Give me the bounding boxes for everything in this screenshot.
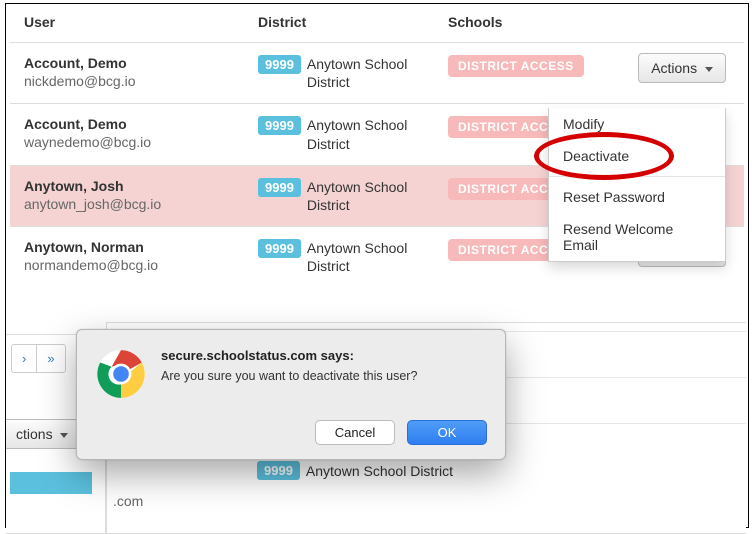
pager-last[interactable]: » bbox=[37, 344, 65, 373]
user-email: waynedemo@bcg.io bbox=[24, 134, 258, 150]
pagination: › » bbox=[11, 344, 66, 373]
menu-item-modify[interactable]: Modify bbox=[549, 108, 725, 140]
actions-dropdown: Modify Deactivate Reset Password Resend … bbox=[548, 108, 726, 262]
dialog-title: secure.schoolstatus.com says: bbox=[161, 348, 487, 363]
cancel-button[interactable]: Cancel bbox=[315, 420, 395, 445]
actions-button-cut[interactable]: ctions bbox=[6, 419, 79, 449]
user-email: anytown_josh@bcg.io bbox=[24, 196, 258, 212]
user-email: normandemo@bcg.io bbox=[24, 257, 258, 273]
menu-item-reset-password[interactable]: Reset Password bbox=[549, 181, 725, 213]
menu-item-deactivate[interactable]: Deactivate bbox=[549, 140, 725, 172]
district-id-badge: 9999 bbox=[258, 178, 301, 197]
table-row: Account, Demo nickdemo@bcg.io 9999 Anyto… bbox=[10, 42, 744, 103]
district-access-badge: DISTRICT ACCESS bbox=[448, 55, 584, 77]
table-header: User District Schools bbox=[10, 4, 744, 42]
dialog-message: Are you sure you want to deactivate this… bbox=[161, 369, 487, 383]
badge-fragment bbox=[10, 472, 92, 494]
menu-item-resend-welcome[interactable]: Resend Welcome Email bbox=[549, 213, 725, 261]
truncated-text: .com bbox=[113, 493, 143, 509]
district-id-badge: 9999 bbox=[258, 116, 301, 135]
district-id-badge: 9999 bbox=[257, 461, 300, 480]
menu-divider bbox=[549, 176, 725, 177]
ok-button[interactable]: OK bbox=[407, 420, 487, 445]
district-id-badge: 9999 bbox=[258, 239, 301, 258]
caret-down-icon bbox=[705, 67, 713, 72]
user-name: Account, Demo bbox=[24, 55, 258, 71]
user-name: Anytown, Norman bbox=[24, 239, 258, 255]
confirm-dialog: secure.schoolstatus.com says: Are you su… bbox=[76, 329, 506, 460]
chrome-icon bbox=[95, 348, 147, 400]
actions-button[interactable]: Actions bbox=[638, 53, 726, 83]
district-name: Anytown School District bbox=[307, 239, 417, 275]
col-user: User bbox=[24, 14, 258, 30]
user-name: Account, Demo bbox=[24, 116, 258, 132]
col-district: District bbox=[258, 14, 448, 30]
district-name: Anytown School District bbox=[307, 116, 417, 152]
caret-down-icon bbox=[60, 433, 68, 438]
actions-label: Actions bbox=[651, 60, 697, 76]
user-name: Anytown, Josh bbox=[24, 178, 258, 194]
user-email: nickdemo@bcg.io bbox=[24, 73, 258, 89]
district-name: Anytown School District bbox=[306, 463, 453, 479]
pager-next[interactable]: › bbox=[11, 344, 37, 373]
col-schools: Schools bbox=[448, 14, 730, 30]
district-id-badge: 9999 bbox=[258, 55, 301, 74]
district-name: Anytown School District bbox=[307, 55, 417, 91]
district-name: Anytown School District bbox=[307, 178, 417, 214]
